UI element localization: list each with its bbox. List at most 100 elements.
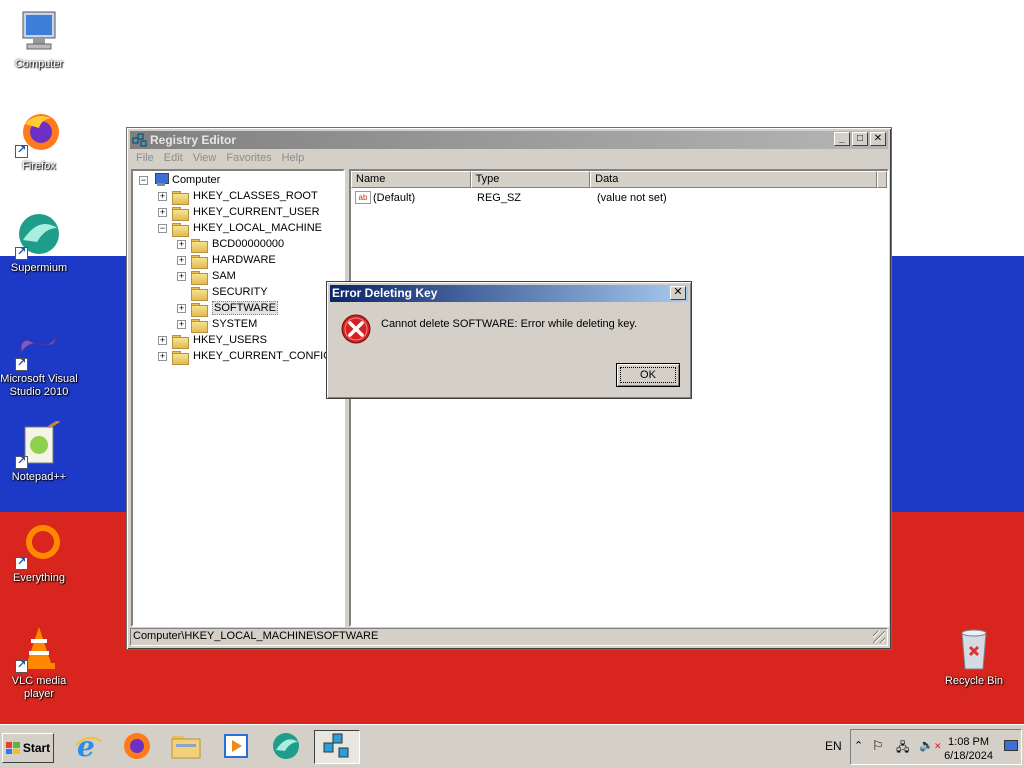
expand-icon[interactable]: + [158, 191, 167, 201]
column-header-name[interactable]: Name [351, 171, 471, 188]
visual-studio-icon [15, 323, 63, 371]
taskbar-internet-explorer[interactable]: e [70, 730, 106, 764]
status-path: Computer\HKEY_LOCAL_MACHINE\SOFTWARE [133, 630, 379, 642]
show-hidden-icons-icon[interactable]: ⌃ [854, 739, 863, 752]
shortcut-arrow-icon [15, 356, 28, 371]
expand-icon[interactable]: + [177, 319, 186, 329]
expand-icon[interactable]: + [177, 303, 186, 313]
everything-icon [15, 522, 63, 570]
tree-item-computer[interactable]: − Computer [139, 172, 220, 188]
supermium-icon [15, 212, 63, 260]
supermium-icon [271, 731, 301, 764]
tree-item-sam[interactable]: + SAM [177, 268, 236, 285]
tree-item-label: HKEY_CLASSES_ROOT [193, 190, 318, 202]
recycle-bin-icon [950, 625, 998, 673]
column-header-type[interactable]: Type [470, 171, 591, 188]
computer-icon [153, 173, 169, 187]
desktop-icon-recycle-bin[interactable]: Recycle Bin [934, 625, 1014, 688]
taskbar-firefox[interactable] [119, 730, 155, 764]
maximize-button[interactable]: □ [852, 132, 868, 146]
tree-item-label: HKEY_USERS [193, 334, 267, 346]
error-icon [340, 313, 372, 345]
system-tray: ⌃ ⚐ 🖧 🔈✕ 1:08 PM 6/18/2024 [850, 729, 1022, 765]
folder-icon [191, 238, 208, 253]
desktop-icon-vlc[interactable]: VLC media player [0, 625, 79, 701]
expand-icon[interactable]: + [158, 351, 167, 361]
expand-icon[interactable]: + [177, 239, 186, 249]
taskbar-media-player[interactable] [218, 730, 254, 764]
taskbar-supermium[interactable] [268, 730, 304, 764]
volume-muted-icon[interactable]: 🔈✕ [919, 738, 942, 752]
folder-icon [172, 334, 189, 349]
network-icon[interactable]: 🖧 [896, 738, 909, 759]
vlc-icon [15, 625, 63, 673]
tree-item-label-selected: SOFTWARE [212, 301, 278, 315]
registry-editor-icon [132, 132, 148, 148]
tree-item-bcd[interactable]: + BCD00000000 [177, 236, 284, 253]
tree-item-software[interactable]: + SOFTWARE [177, 300, 278, 317]
taskbar-registry-editor[interactable] [314, 730, 360, 764]
value-type: REG_SZ [477, 191, 522, 204]
minimize-button[interactable]: _ [834, 132, 850, 146]
taskbar-file-explorer[interactable] [168, 730, 204, 764]
close-button[interactable]: ✕ [870, 132, 886, 146]
language-indicator[interactable]: EN [825, 739, 842, 753]
desktop-icon-visual-studio[interactable]: Microsoft Visual Studio 2010 [0, 323, 79, 399]
expand-icon[interactable]: + [158, 207, 167, 217]
dialog-message: Cannot delete SOFTWARE: Error while dele… [381, 318, 638, 330]
start-label: Start [22, 741, 51, 755]
registry-tree[interactable]: − Computer + HKEY_CLASSES_ROOT + HKEY_CU… [131, 169, 345, 627]
folder-icon [172, 206, 189, 221]
desktop-icon-notepadpp[interactable]: Notepad++ [0, 419, 79, 484]
desktop-icon-everything[interactable]: Everything [0, 522, 79, 585]
menu-view[interactable]: View [188, 150, 222, 168]
desktop-icon-computer[interactable]: Computer [0, 8, 79, 71]
ok-button[interactable]: OK [616, 363, 680, 387]
shortcut-arrow-icon [15, 454, 28, 469]
resize-grip-icon[interactable] [873, 631, 885, 643]
folder-icon [172, 350, 189, 365]
tree-item-hardware[interactable]: + HARDWARE [177, 252, 276, 269]
tree-item-hkcc[interactable]: + HKEY_CURRENT_CONFIG [158, 348, 332, 365]
tree-item-hkcu[interactable]: + HKEY_CURRENT_USER [158, 204, 320, 221]
tree-item-hku[interactable]: + HKEY_USERS [158, 332, 267, 349]
tree-item-hkcr[interactable]: + HKEY_CLASSES_ROOT [158, 188, 318, 205]
start-button[interactable]: Start [2, 733, 54, 763]
dialog-titlebar[interactable]: Error Deleting Key ✕ [330, 285, 688, 302]
folder-icon [191, 318, 208, 333]
clock[interactable]: 1:08 PM 6/18/2024 [944, 735, 993, 763]
tree-item-label: HKEY_CURRENT_CONFIG [193, 350, 332, 362]
desktop-icon-supermium[interactable]: Supermium [0, 212, 79, 275]
desktop-icon-firefox[interactable]: Firefox [0, 110, 79, 173]
desktop-icon-label: Computer [14, 58, 64, 70]
svg-text:e: e [77, 731, 95, 761]
folder-open-icon [172, 222, 189, 237]
tree-item-label: HARDWARE [212, 254, 276, 266]
folder-icon [170, 732, 202, 763]
string-value-icon: ab [355, 191, 371, 204]
collapse-icon[interactable]: − [139, 175, 148, 185]
folder-icon [191, 254, 208, 269]
windows-logo-icon [5, 742, 20, 754]
expand-icon[interactable]: + [177, 271, 186, 281]
tree-item-hklm[interactable]: − HKEY_LOCAL_MACHINE [158, 220, 322, 237]
desktop-icon-label: Everything [13, 572, 65, 584]
tree-item-security[interactable]: SECURITY [191, 284, 268, 301]
collapse-icon[interactable]: − [158, 223, 167, 233]
menu-edit[interactable]: Edit [159, 150, 188, 168]
folder-icon [191, 302, 208, 317]
expand-icon[interactable]: + [158, 335, 167, 345]
expand-icon[interactable]: + [177, 255, 186, 265]
tree-item-system[interactable]: + SYSTEM [177, 316, 257, 333]
dialog-close-button[interactable]: ✕ [670, 286, 686, 300]
column-header-data[interactable]: Data [590, 171, 878, 188]
show-desktop-icon[interactable] [1004, 740, 1018, 751]
status-bar: Computer\HKEY_LOCAL_MACHINE\SOFTWARE [130, 628, 888, 646]
menu-file[interactable]: File [131, 150, 159, 168]
table-row[interactable]: ab (Default) REG_SZ (value not set) [351, 189, 887, 206]
menu-help[interactable]: Help [277, 150, 310, 168]
action-center-flag-icon[interactable]: ⚐ [872, 738, 884, 754]
firefox-icon [15, 110, 63, 158]
menu-favorites[interactable]: Favorites [221, 150, 276, 168]
window-titlebar[interactable]: Registry Editor _ □ ✕ [130, 131, 888, 149]
